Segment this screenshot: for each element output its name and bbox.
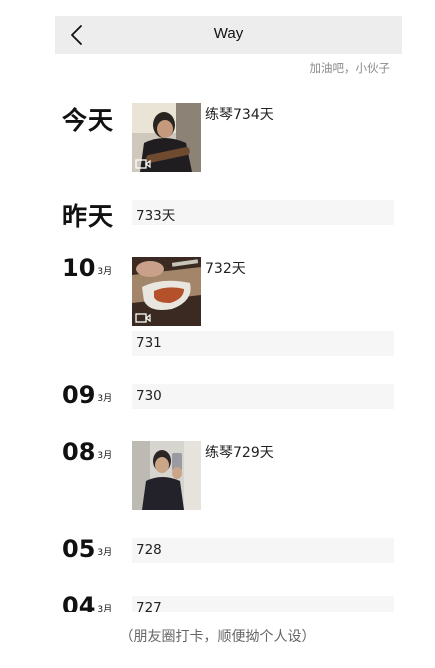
video-camera-icon (135, 159, 151, 169)
phone-screen: Way 加油吧，小伙子 今天 练琴734天 昨天 733天 10 3月 732天… (55, 0, 402, 668)
post-caption: 732天 (205, 261, 246, 277)
date-label: 10 3月 (62, 254, 112, 282)
day-number: 09 (62, 381, 96, 409)
day-number: 08 (62, 438, 96, 466)
month-label: 3月 (97, 267, 113, 277)
date-label: 09 3月 (62, 381, 112, 409)
image-caption: （朋友圈打卡，顺便拗个人设） (119, 629, 316, 645)
video-camera-icon (135, 313, 151, 323)
photo-selfie (132, 441, 201, 510)
date-label: 今天 (62, 106, 115, 135)
post-text: 731 (136, 335, 162, 351)
post-caption: 练琴729天 (205, 445, 274, 461)
navigation-bar: Way (55, 16, 402, 54)
date-label: 昨天 (62, 202, 115, 231)
page-title: Way (213, 25, 244, 42)
day-number: 10 (62, 254, 96, 282)
text-post[interactable]: 733天 (132, 200, 394, 225)
photo-thumbnail[interactable] (132, 441, 201, 510)
month-label: 3月 (97, 451, 113, 461)
video-thumbnail[interactable] (132, 103, 201, 172)
post-text: 733天 (136, 208, 176, 224)
post-caption: 练琴734天 (205, 107, 274, 123)
text-post[interactable]: 731 (132, 331, 394, 356)
post-text: 728 (136, 542, 162, 558)
post-text: 730 (136, 388, 162, 404)
date-label: 05 3月 (62, 535, 112, 563)
text-post[interactable]: 730 (132, 384, 394, 409)
month-label: 3月 (97, 548, 113, 558)
month-label: 3月 (97, 394, 113, 404)
video-thumbnail[interactable] (132, 257, 201, 326)
profile-signature: 加油吧，小伙子 (309, 61, 391, 75)
date-label: 08 3月 (62, 438, 112, 466)
text-post[interactable]: 728 (132, 538, 394, 563)
day-number: 05 (62, 535, 96, 563)
